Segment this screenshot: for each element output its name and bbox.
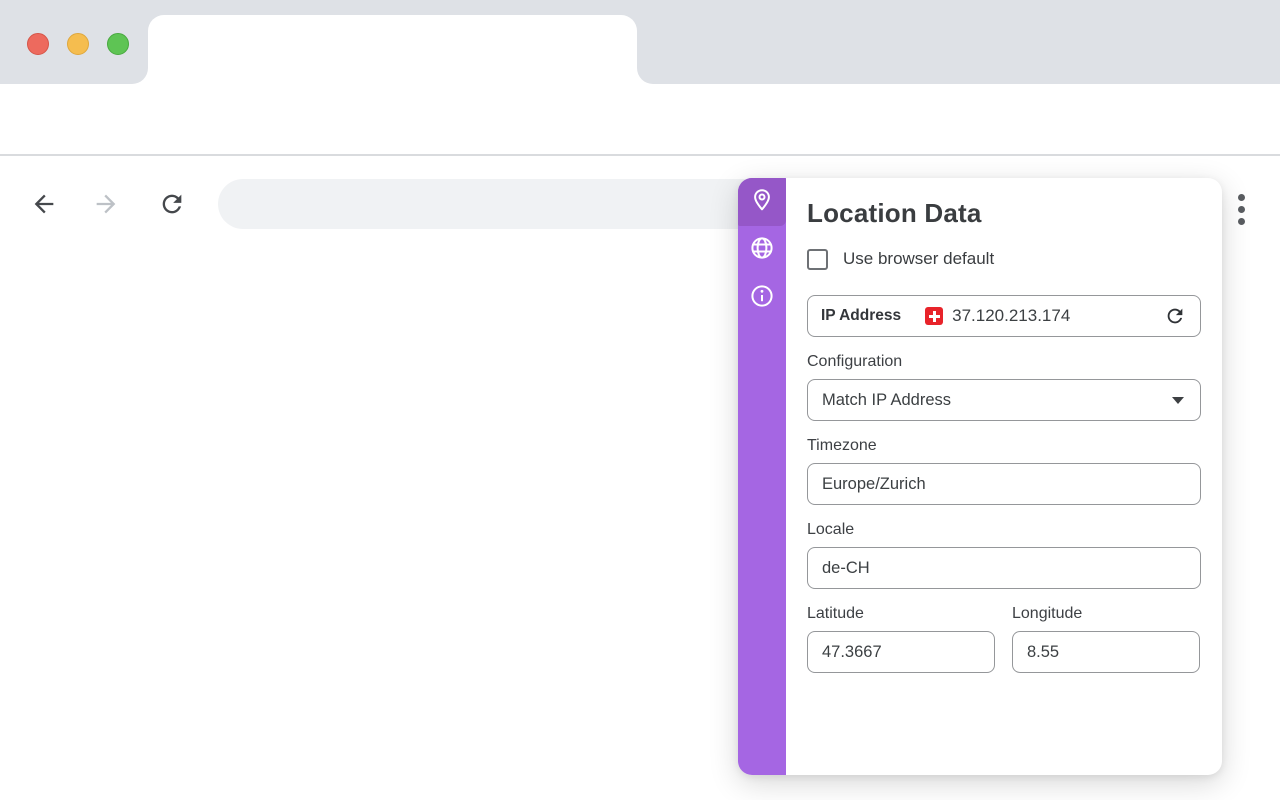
page-title: Location Data <box>807 198 1201 229</box>
info-icon <box>749 283 775 314</box>
longitude-label: Longitude <box>1012 605 1200 623</box>
use-browser-default-checkbox[interactable] <box>807 249 828 270</box>
location-pin-icon <box>749 187 775 218</box>
ip-refresh-icon[interactable] <box>1163 304 1187 328</box>
use-browser-default-label: Use browser default <box>843 249 994 269</box>
sidebar-tab-browser[interactable] <box>738 226 786 274</box>
browser-toolbar <box>0 84 1280 156</box>
ip-address-box: IP Address 37.120.213.174 <box>807 295 1201 337</box>
chevron-down-icon <box>1172 397 1184 404</box>
configuration-label: Configuration <box>807 353 1201 371</box>
latitude-label: Latitude <box>807 605 995 623</box>
ip-address-label: IP Address <box>821 307 901 325</box>
window-minimize-button[interactable] <box>67 33 89 55</box>
switzerland-flag-icon <box>925 307 943 325</box>
browser-tab[interactable] <box>148 15 637 84</box>
timezone-label: Timezone <box>807 437 1201 455</box>
panel-content: Location Data Use browser default IP Add… <box>786 178 1222 775</box>
longitude-input[interactable] <box>1012 631 1200 673</box>
window-maximize-button[interactable] <box>107 33 129 55</box>
location-data-panel: Location Data Use browser default IP Add… <box>738 178 1222 775</box>
timezone-input[interactable] <box>807 463 1201 505</box>
ip-address-value: 37.120.213.174 <box>952 306 1070 326</box>
locale-input[interactable] <box>807 547 1201 589</box>
window-close-button[interactable] <box>27 33 49 55</box>
configuration-select[interactable]: Match IP Address <box>807 379 1201 421</box>
locale-label: Locale <box>807 521 1201 539</box>
globe-icon <box>749 235 775 266</box>
browser-menu-icon[interactable] <box>1230 188 1252 230</box>
panel-sidebar <box>738 178 786 775</box>
back-icon[interactable] <box>30 190 58 218</box>
use-browser-default-row[interactable]: Use browser default <box>807 246 1201 272</box>
tab-strip <box>0 0 1280 84</box>
coordinates-row: Latitude Longitude <box>807 589 1201 673</box>
latitude-input[interactable] <box>807 631 995 673</box>
reload-icon[interactable] <box>158 190 186 218</box>
sidebar-tab-location[interactable] <box>738 178 786 226</box>
configuration-selected-value: Match IP Address <box>822 391 951 410</box>
sidebar-tab-info[interactable] <box>738 274 786 322</box>
forward-icon[interactable] <box>92 190 120 218</box>
